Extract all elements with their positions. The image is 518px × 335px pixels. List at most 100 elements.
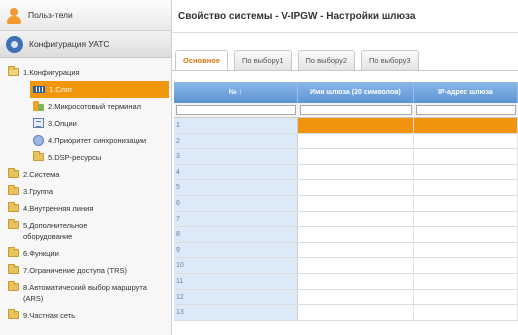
tree-item-trs[interactable]: 7.Ограничение доступа (TRS) xyxy=(0,262,171,279)
tree-item-options[interactable]: 3.Опции xyxy=(0,115,171,132)
ip-address-cell[interactable] xyxy=(414,273,518,289)
gateway-name-cell[interactable] xyxy=(298,195,414,211)
gateway-name-cell[interactable] xyxy=(298,305,414,320)
tree-item-label: 5.DSP-ресурсы xyxy=(48,153,102,162)
tree-item-label: 2.Система xyxy=(23,170,60,179)
tab-optional-3[interactable]: По выбору3 xyxy=(361,50,419,71)
folder-icon xyxy=(33,151,44,161)
tree-item-microcell-terminal[interactable]: 2.Микросотовый терминал xyxy=(0,98,171,115)
table-body: 1 2 3 4 5 6 7 8 9 10 11 12 13 xyxy=(174,118,518,321)
gateway-name-cell[interactable] xyxy=(298,180,414,195)
folder-open-icon xyxy=(8,66,19,76)
filter-ip-address-input[interactable] xyxy=(416,105,516,115)
ip-address-cell[interactable] xyxy=(414,258,518,273)
row-number-cell: 12 xyxy=(174,289,298,305)
config-gear-icon xyxy=(6,35,23,53)
gateway-name-cell[interactable] xyxy=(298,227,414,242)
table-row[interactable]: 7 xyxy=(174,211,518,228)
tree-item-additional-equipment[interactable]: 5.Дополнительное оборудование xyxy=(0,217,171,245)
ip-address-cell[interactable] xyxy=(414,227,518,242)
row-number-cell: 13 xyxy=(174,305,298,320)
ip-address-cell[interactable] xyxy=(414,118,518,133)
tree-item-system[interactable]: 2.Система xyxy=(0,166,171,183)
row-number-cell: 2 xyxy=(174,133,298,149)
tab-bar: Основное По выбору1 По выбору2 По выбору… xyxy=(175,50,425,71)
table-row[interactable]: 5 xyxy=(174,180,518,196)
table-row[interactable]: 12 xyxy=(174,289,518,306)
config-nav-label: Конфигурация УАТС xyxy=(29,39,110,49)
row-number-cell: 3 xyxy=(174,149,298,164)
folder-icon xyxy=(8,309,19,319)
ip-address-cell[interactable] xyxy=(414,180,518,195)
table-row[interactable]: 11 xyxy=(174,273,518,290)
slot-icon xyxy=(33,86,45,93)
tab-optional-2[interactable]: По выбору2 xyxy=(297,50,356,71)
gateway-name-cell[interactable] xyxy=(298,211,414,227)
users-nav[interactable]: Польз-тели xyxy=(0,0,171,31)
tree-item-functions[interactable]: 6.Функции xyxy=(0,245,171,262)
table-row[interactable]: 9 xyxy=(174,242,518,259)
ip-address-cell[interactable] xyxy=(414,211,518,227)
tree-item-group[interactable]: 3.Группа xyxy=(0,183,171,200)
filter-number-input[interactable] xyxy=(176,105,296,115)
ip-address-cell[interactable] xyxy=(414,149,518,164)
tree-item-dsp-resources[interactable]: 5.DSP-ресурсы xyxy=(0,149,171,166)
tree-item-label: 2.Микросотовый терминал xyxy=(48,102,142,111)
ip-address-cell[interactable] xyxy=(414,164,518,180)
tree-item-label: 5.Дополнительное оборудование xyxy=(23,221,88,241)
row-number-cell: 1 xyxy=(174,118,298,133)
ip-address-cell[interactable] xyxy=(414,195,518,211)
table-row[interactable]: 6 xyxy=(174,195,518,212)
gateway-name-cell[interactable] xyxy=(298,149,414,164)
column-header-number[interactable]: № ↑ xyxy=(174,82,298,103)
main-panel: Свойство системы - V-IPGW - Настройки шл… xyxy=(172,0,518,335)
row-number-cell: 9 xyxy=(174,242,298,258)
tree-item-label: 1.Конфигурация xyxy=(23,68,80,77)
table-row[interactable]: 13 xyxy=(174,305,518,321)
table-row[interactable]: 1 xyxy=(174,118,518,134)
filter-gateway-name-input[interactable] xyxy=(300,105,412,115)
folder-icon xyxy=(8,281,19,291)
gateway-name-cell[interactable] xyxy=(298,242,414,258)
folder-icon xyxy=(8,168,19,178)
gateway-name-cell[interactable] xyxy=(298,273,414,289)
gateway-name-cell[interactable] xyxy=(298,118,414,133)
ip-address-cell[interactable] xyxy=(414,242,518,258)
users-nav-label: Польз-тели xyxy=(28,10,73,20)
tree-item-internal-line[interactable]: 4.Внутренняя линия xyxy=(0,200,171,217)
tree-item-label: 8.Автоматический выбор маршрута (ARS) xyxy=(23,283,147,303)
tree-item-ars[interactable]: 8.Автоматический выбор маршрута (ARS) xyxy=(0,279,171,307)
column-header-ip-address[interactable]: IP-адрес шлюза xyxy=(414,82,518,103)
tree-item-label: 4.Приоритет синхронизации xyxy=(48,136,147,145)
phone-icon xyxy=(33,101,44,111)
table-row[interactable]: 4 xyxy=(174,164,518,181)
ip-address-cell[interactable] xyxy=(414,305,518,320)
table-row[interactable]: 2 xyxy=(174,133,518,150)
folder-icon xyxy=(8,219,19,229)
tree-item-label: 7.Ограничение доступа (TRS) xyxy=(23,266,128,275)
tree-item-configuration[interactable]: 1.Конфигурация xyxy=(0,64,171,81)
column-header-gateway-name[interactable]: Имя шлюза (20 символов) xyxy=(298,82,414,103)
ip-address-cell[interactable] xyxy=(414,133,518,149)
ip-address-cell[interactable] xyxy=(414,289,518,305)
row-number-cell: 7 xyxy=(174,211,298,227)
tab-basic[interactable]: Основное xyxy=(175,50,229,71)
tab-optional-1[interactable]: По выбору1 xyxy=(234,50,292,71)
tree-item-private-network[interactable]: 9.Частная сеть xyxy=(0,307,171,324)
gateway-name-cell[interactable] xyxy=(298,289,414,305)
tree-item-sync-priority[interactable]: 4.Приоритет синхронизации xyxy=(0,132,171,149)
table-row[interactable]: 3 xyxy=(174,149,518,165)
row-number-cell: 4 xyxy=(174,164,298,180)
gateway-name-cell[interactable] xyxy=(298,258,414,273)
tree-item-label: 9.Частная сеть xyxy=(23,311,76,320)
table-header: № ↑ Имя шлюза (20 символов) IP-адрес шлю… xyxy=(174,82,518,103)
tree-item-label: 3.Группа xyxy=(23,187,54,196)
config-nav[interactable]: Конфигурация УАТС xyxy=(0,31,171,58)
table-row[interactable]: 10 xyxy=(174,258,518,274)
table-row[interactable]: 8 xyxy=(174,227,518,243)
folder-icon xyxy=(8,202,19,212)
tree-item-label: 3.Опции xyxy=(48,119,77,128)
gateway-name-cell[interactable] xyxy=(298,133,414,149)
gateway-name-cell[interactable] xyxy=(298,164,414,180)
tree-item-slot[interactable]: 1.Слот xyxy=(30,81,169,98)
